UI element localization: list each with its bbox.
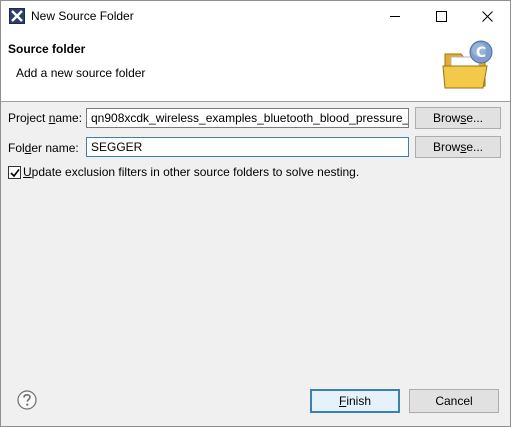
maximize-icon [436, 11, 447, 22]
folder-name-field[interactable]: SEGGER [86, 137, 409, 157]
finish-button[interactable]: Finish [310, 389, 400, 413]
new-source-folder-dialog: New Source Folder Source folder Add a ne… [0, 0, 511, 427]
checkmark-icon [10, 169, 20, 178]
project-name-label: Project name: [8, 111, 83, 125]
source-folder-badge: C [476, 45, 486, 61]
project-name-field[interactable]: qn908xcdk_wireless_examples_bluetooth_bl… [86, 108, 409, 128]
help-icon[interactable] [17, 390, 37, 410]
maximize-button[interactable] [419, 1, 464, 31]
close-icon [482, 11, 493, 22]
project-browse-button[interactable]: Browse... [415, 107, 501, 129]
wizard-banner: Source folder Add a new source folder C [1, 31, 510, 102]
cancel-button[interactable]: Cancel [409, 389, 499, 413]
eclipse-x-icon [9, 8, 25, 24]
banner-description: Add a new source folder [16, 66, 146, 80]
window-title: New Source Folder [31, 9, 134, 23]
minimize-icon [390, 16, 400, 17]
folder-name-label: Folder name: [8, 141, 79, 155]
source-folder-icon: C [442, 40, 493, 89]
folder-browse-button[interactable]: Browse... [415, 136, 501, 158]
update-exclusion-checkbox[interactable] [8, 166, 21, 179]
close-button[interactable] [465, 1, 510, 31]
minimize-button[interactable] [373, 1, 418, 31]
title-bar[interactable]: New Source Folder [1, 1, 510, 31]
update-exclusion-label[interactable]: Update exclusion filters in other source… [23, 165, 359, 179]
banner-title: Source folder [8, 42, 86, 56]
